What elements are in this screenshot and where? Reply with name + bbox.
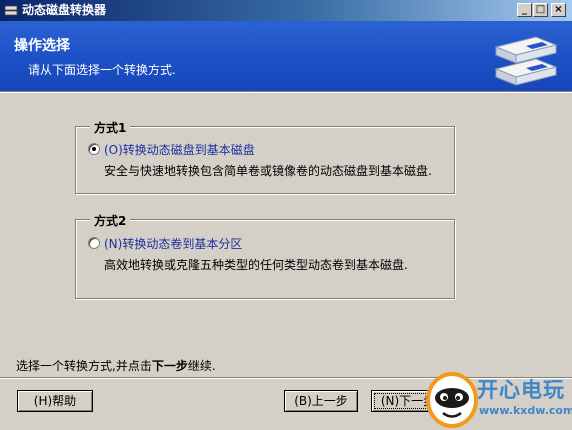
instruction-text: 选择一个转换方式,并点击下一步继续. (16, 357, 216, 374)
wizard-header: 操作选择 请从下面选择一个转换方式. (0, 21, 572, 91)
app-disk-icon (4, 5, 18, 16)
close-button[interactable]: × (551, 3, 566, 17)
watermark: 开心电玩 www.kxdw.com (425, 368, 572, 430)
option-group-2: 方式2 (N)转换动态卷到基本分区 高效地转换或克隆五种类型的任何类型动态卷到基… (75, 212, 455, 299)
page-subtitle: 请从下面选择一个转换方式. (28, 63, 176, 77)
option-desc-convert-disk: 安全与快速地转换包含简单卷或镜像卷的动态磁盘到基本磁盘. (104, 164, 432, 178)
option-group-1: 方式1 (O)转换动态磁盘到基本磁盘 安全与快速地转换包含简单卷或镜像卷的动态磁… (75, 119, 455, 194)
group-label-2: 方式2 (90, 212, 131, 229)
page-title: 操作选择 (14, 38, 70, 54)
instruction-bold: 下一步 (151, 359, 188, 373)
dynamic-disks-icon (494, 36, 558, 86)
option-desc-convert-volume: 高效地转换或克隆五种类型的任何类型动态卷到基本磁盘. (104, 258, 408, 272)
radio-convert-disk[interactable] (88, 143, 100, 155)
title-bar[interactable]: 动态磁盘转换器 _ □ × (0, 0, 572, 21)
option-label-convert-volume[interactable]: (N)转换动态卷到基本分区 (104, 235, 242, 252)
minimize-button[interactable]: _ (517, 3, 532, 17)
group-label-1: 方式1 (90, 119, 131, 136)
radio-convert-volume[interactable] (88, 237, 100, 249)
header-divider (0, 91, 572, 93)
back-button[interactable]: (B)上一步 (284, 390, 358, 412)
window-title: 动态磁盘转换器 (22, 3, 107, 17)
help-button[interactable]: (H)帮助 (17, 390, 93, 412)
watermark-brand: 开心电玩 (477, 378, 565, 402)
watermark-url: www.kxdw.com (479, 404, 572, 417)
maximize-button[interactable]: □ (533, 3, 548, 17)
instruction-before: 选择一个转换方式,并点击 (16, 359, 152, 373)
option-label-convert-disk[interactable]: (O)转换动态磁盘到基本磁盘 (104, 141, 255, 158)
mascot-face-icon (426, 372, 478, 428)
instruction-after: 继续. (187, 359, 216, 373)
